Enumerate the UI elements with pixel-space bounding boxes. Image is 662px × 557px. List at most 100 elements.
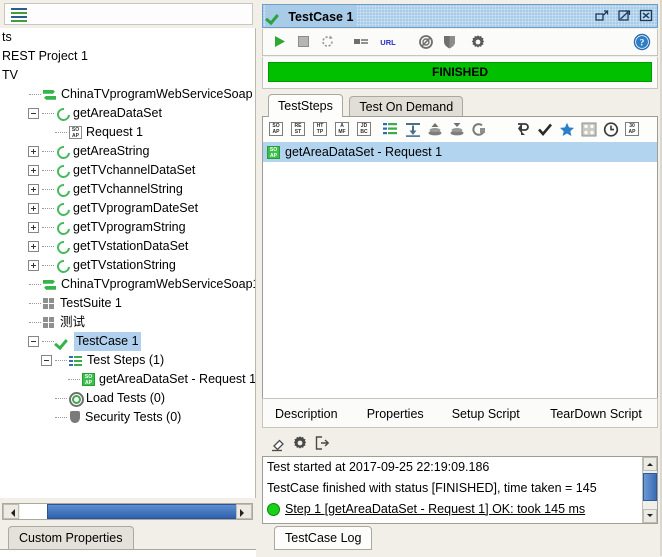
- teststeps-list[interactable]: SO AP getAreaDataSet - Request 1: [263, 142, 657, 424]
- tree-node[interactable]: ts: [0, 28, 255, 47]
- options-button[interactable]: [351, 32, 372, 53]
- tree-expander[interactable]: [28, 203, 39, 215]
- subtab-properties[interactable]: Properties: [367, 404, 424, 424]
- tree-node[interactable]: getTVchannelString: [0, 180, 255, 199]
- tree-node[interactable]: ChinaTVprogramWebServiceSoap12: [0, 275, 255, 294]
- stop-button[interactable]: [293, 32, 314, 53]
- log-line-text[interactable]: Step 1 [getAreaDataSet - Request 1] OK: …: [285, 502, 585, 516]
- tree-node-label: ChinaTVprogramWebServiceSoap12: [61, 277, 256, 292]
- settings-gear-button[interactable]: [467, 32, 488, 53]
- tree-expander[interactable]: [28, 260, 39, 272]
- scroll-left-arrow[interactable]: [3, 504, 19, 519]
- subtab-teardown-script[interactable]: TearDown Script: [550, 404, 642, 424]
- add-loop-button[interactable]: [491, 120, 510, 139]
- add-datasink-button[interactable]: [447, 120, 466, 139]
- close-button[interactable]: [639, 8, 654, 23]
- log-scroll-up-arrow[interactable]: [643, 457, 657, 471]
- tree-node[interactable]: 测试: [0, 313, 255, 332]
- add-test-steps-button[interactable]: [381, 120, 400, 139]
- tree-node-label: TestCase 1: [74, 332, 141, 352]
- scroll-right-arrow[interactable]: [236, 504, 252, 519]
- add-assertion-button[interactable]: [535, 120, 554, 139]
- operation-icon: [56, 145, 69, 158]
- add-soap-request-button[interactable]: SO AP: [267, 120, 286, 139]
- tree-expander[interactable]: [28, 108, 39, 120]
- clear-log-button[interactable]: [270, 435, 290, 453]
- tree-node[interactable]: TV: [0, 66, 255, 85]
- tab-test-on-demand[interactable]: Test On Demand: [349, 96, 464, 117]
- add-mock-response-button[interactable]: [557, 120, 576, 139]
- tree-node[interactable]: TestSuite 1: [0, 294, 255, 313]
- tree-connector: [29, 321, 41, 324]
- svg-text:?: ?: [640, 39, 645, 49]
- loop-button[interactable]: [317, 32, 338, 53]
- tree-node[interactable]: SO AP Request 1: [0, 123, 255, 142]
- project-tree[interactable]: ts REST Project 1 TV ChinaTVprogramWebServi…: [0, 28, 256, 498]
- tree-expander[interactable]: [41, 355, 52, 367]
- tree-node[interactable]: SO AP getAreaDataSet - Request 1: [0, 370, 255, 389]
- add-transfer-button[interactable]: [403, 120, 422, 139]
- tree-node[interactable]: REST Project 1: [0, 47, 255, 66]
- security-shield-button[interactable]: [439, 32, 460, 53]
- datagen-icon: [471, 122, 487, 140]
- tree-expander[interactable]: [28, 184, 39, 196]
- scroll-thumb[interactable]: [47, 504, 237, 519]
- tree-node[interactable]: getTVprogramDateSet: [0, 199, 255, 218]
- add-manual-step-button[interactable]: 30 AP: [623, 120, 642, 139]
- tab-testcase-log[interactable]: TestCase Log: [274, 526, 373, 550]
- add-delay-button[interactable]: [601, 120, 620, 139]
- tree-node[interactable]: Security Tests (0): [0, 408, 255, 427]
- tree-node[interactable]: getTVprogramString: [0, 218, 255, 237]
- restore-down-button[interactable]: [594, 8, 609, 23]
- log-tabstrip: TestCase Log: [262, 524, 658, 556]
- tree-node[interactable]: TestCase 1: [0, 332, 255, 352]
- tab-custom-properties[interactable]: Custom Properties: [8, 526, 134, 549]
- tree-node[interactable]: Test Steps (1): [0, 351, 255, 370]
- url-button[interactable]: URL: [375, 32, 401, 53]
- testcase-ok-icon: [56, 335, 70, 348]
- tree-node[interactable]: Load Tests (0): [0, 389, 255, 408]
- subtab-description[interactable]: Description: [275, 404, 338, 424]
- tree-node[interactable]: getTVstationString: [0, 256, 255, 275]
- tree-horizontal-scrollbar[interactable]: [2, 503, 253, 520]
- log-settings-gear-button[interactable]: [292, 435, 312, 453]
- run-button[interactable]: [269, 32, 290, 53]
- add-http-request-button[interactable]: HT TP: [311, 120, 330, 139]
- coverage-button[interactable]: [415, 32, 436, 53]
- log-scroll-down-arrow[interactable]: [643, 509, 657, 523]
- add-amf-request-button[interactable]: A MF: [333, 120, 352, 139]
- tree-expander[interactable]: [28, 222, 39, 234]
- tree-node[interactable]: getAreaString: [0, 142, 255, 161]
- hamburger-menu-icon[interactable]: [11, 8, 27, 22]
- tree-node[interactable]: ChinaTVprogramWebServiceSoap: [0, 85, 255, 104]
- help-button[interactable]: ?: [633, 33, 651, 51]
- add-jdbc-request-button[interactable]: JD BC: [355, 120, 374, 139]
- tree-node[interactable]: getTVchannelDataSet: [0, 161, 255, 180]
- add-conditional-goto-button[interactable]: [513, 120, 532, 139]
- maximize-button[interactable]: [617, 8, 632, 23]
- tree-expander[interactable]: [28, 165, 39, 177]
- log-vertical-scrollbar[interactable]: [642, 457, 657, 523]
- add-groovy-button[interactable]: [579, 120, 598, 139]
- subtab-setup-script[interactable]: Setup Script: [452, 404, 520, 424]
- tree-node-label: getTVchannelDataSet: [73, 163, 196, 178]
- export-log-button[interactable]: [314, 435, 334, 453]
- log-scroll-thumb[interactable]: [643, 473, 657, 501]
- tree-expander[interactable]: [28, 336, 39, 348]
- tree-node-label: Load Tests (0): [86, 391, 165, 406]
- tree-node-label: getTVprogramString: [73, 220, 186, 235]
- scroll-track[interactable]: [20, 504, 47, 519]
- tree-connector: [55, 416, 67, 419]
- tree-expander[interactable]: [28, 241, 39, 253]
- status-ok-dot-icon: [267, 503, 280, 517]
- add-rest-request-button[interactable]: RE ST: [289, 120, 308, 139]
- tree-node[interactable]: getAreaDataSet: [0, 104, 255, 123]
- teststep-row[interactable]: SO AP getAreaDataSet - Request 1: [263, 142, 657, 162]
- tab-teststeps[interactable]: TestSteps: [268, 94, 343, 117]
- tree-node-label: getTVprogramDateSet: [73, 201, 199, 216]
- tree-expander[interactable]: [28, 146, 39, 158]
- tree-node[interactable]: getTVstationDataSet: [0, 237, 255, 256]
- titlebar-label-group: TestCase 1: [265, 5, 358, 27]
- add-datasource-button[interactable]: [425, 120, 444, 139]
- add-datagen-button[interactable]: [469, 120, 488, 139]
